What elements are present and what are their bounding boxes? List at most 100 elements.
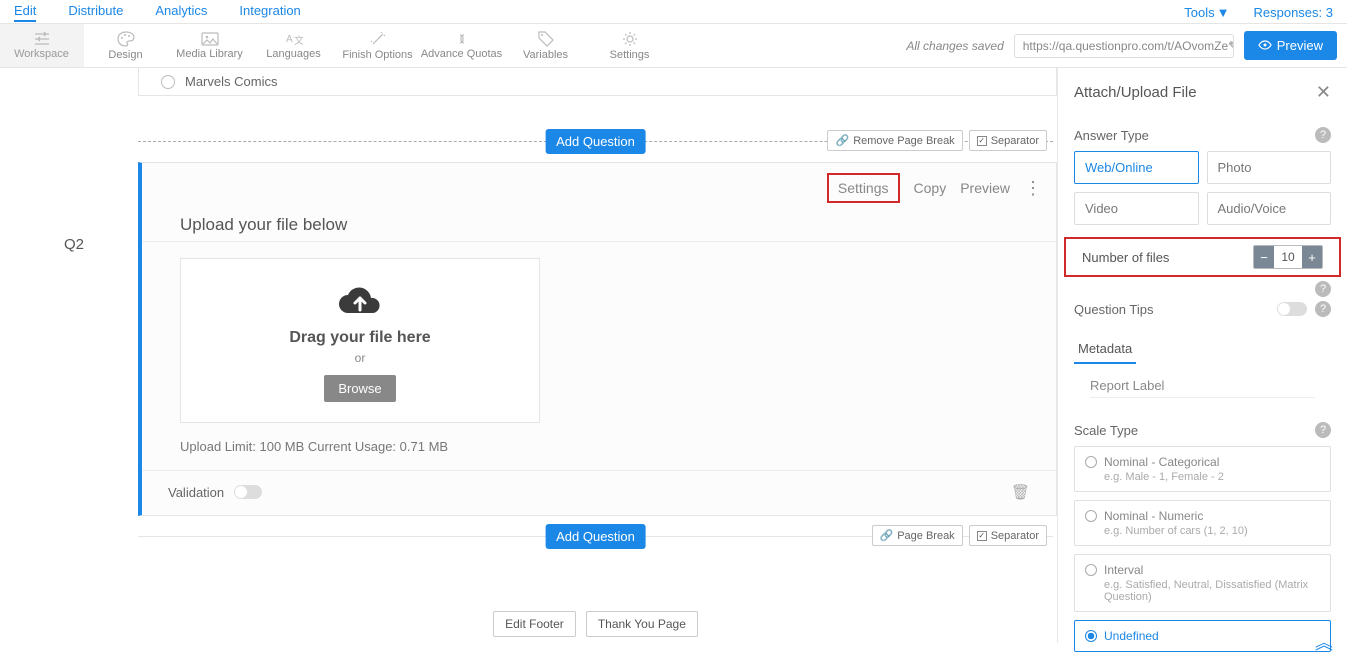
preview-button[interactable]: Preview bbox=[1244, 31, 1337, 60]
upload-limit-text: Upload Limit: 100 MB Current Usage: 0.71… bbox=[142, 433, 1056, 470]
top-nav: Edit Distribute Analytics Integration To… bbox=[0, 0, 1347, 24]
validation-toggle[interactable] bbox=[234, 485, 262, 499]
scroll-top-icon[interactable]: ︽ bbox=[1315, 638, 1333, 649]
validation-row: Validation 🗑 bbox=[142, 470, 1056, 515]
q-settings-button[interactable]: Settings bbox=[827, 173, 900, 203]
bottom-divider: Add Question 🔗 Page Break ✓ Separator bbox=[138, 536, 1053, 537]
dashed-divider: Add Question 🔗 Remove Page Break ✓ Separ… bbox=[138, 141, 1053, 142]
palette-icon bbox=[117, 31, 135, 47]
option-label: Marvels Comics bbox=[185, 74, 277, 89]
scale-nominal-cat[interactable]: Nominal - Categorical e.g. Male - 1, Fem… bbox=[1074, 446, 1331, 492]
help-icon[interactable]: ? bbox=[1315, 281, 1331, 297]
number-of-files-row: Number of files − + bbox=[1064, 237, 1341, 277]
image-icon bbox=[201, 32, 219, 46]
tool-languages[interactable]: A文 Languages bbox=[252, 24, 336, 67]
tag-icon bbox=[538, 31, 554, 47]
pencil-icon[interactable]: ✎ bbox=[1228, 39, 1234, 53]
caret-down-icon: ▼ bbox=[1217, 5, 1230, 20]
type-audio[interactable]: Audio/Voice bbox=[1207, 192, 1332, 225]
chip-label: Separator bbox=[991, 530, 1039, 542]
question-tips-toggle[interactable] bbox=[1277, 302, 1307, 316]
svg-text:文: 文 bbox=[294, 34, 303, 46]
scale-interval[interactable]: Interval e.g. Satisfied, Neutral, Dissat… bbox=[1074, 554, 1331, 612]
close-icon[interactable]: ✕ bbox=[1316, 82, 1331, 103]
page-break-chip[interactable]: 🔗 Page Break bbox=[872, 525, 963, 546]
link-icon bbox=[453, 32, 471, 46]
toolbar-left: Workspace Design Media Library A文 Langua… bbox=[0, 24, 672, 67]
or-text: or bbox=[191, 351, 529, 365]
language-icon: A文 bbox=[285, 32, 303, 46]
unlink-icon: 🔗 bbox=[835, 134, 849, 147]
help-icon[interactable]: ? bbox=[1315, 422, 1331, 438]
question-card: Settings Copy Preview ⋮ Upload your file… bbox=[138, 162, 1057, 516]
chip-label: Separator bbox=[991, 135, 1039, 147]
radio-icon bbox=[161, 75, 175, 89]
more-icon[interactable]: ⋮ bbox=[1024, 179, 1042, 197]
num-files-stepper[interactable]: − + bbox=[1253, 245, 1323, 269]
tool-quotas[interactable]: Advance Quotas bbox=[420, 24, 504, 67]
tool-finish[interactable]: Finish Options bbox=[336, 24, 420, 67]
nav-responses[interactable]: Responses: 3 bbox=[1254, 5, 1334, 20]
stepper-minus[interactable]: − bbox=[1254, 246, 1274, 268]
add-question-button-2[interactable]: Add Question bbox=[545, 524, 646, 549]
type-video[interactable]: Video bbox=[1074, 192, 1199, 225]
report-label-input[interactable]: Report Label bbox=[1090, 378, 1315, 398]
tool-media[interactable]: Media Library bbox=[168, 24, 252, 67]
radio-icon bbox=[1085, 456, 1097, 468]
radio-icon bbox=[1085, 510, 1097, 522]
tool-label: Workspace bbox=[14, 48, 69, 60]
thank-you-button[interactable]: Thank You Page bbox=[586, 611, 698, 637]
tool-label: Finish Options bbox=[342, 49, 412, 61]
nav-integration[interactable]: Integration bbox=[239, 3, 300, 22]
tool-design[interactable]: Design bbox=[84, 24, 168, 67]
tool-workspace[interactable]: Workspace bbox=[0, 24, 84, 67]
divider-chips: 🔗 Remove Page Break ✓ Separator bbox=[827, 130, 1047, 151]
tool-label: Advance Quotas bbox=[421, 48, 502, 60]
radio-icon bbox=[1085, 564, 1097, 576]
saved-indicator: All changes saved bbox=[906, 39, 1003, 53]
answer-type-grid: Web/Online Photo Video Audio/Voice bbox=[1058, 151, 1347, 225]
remove-page-break-chip[interactable]: 🔗 Remove Page Break bbox=[827, 130, 962, 151]
type-web-online[interactable]: Web/Online bbox=[1074, 151, 1199, 184]
browse-button[interactable]: Browse bbox=[324, 375, 395, 402]
top-nav-right: Tools▼ Responses: 3 bbox=[1184, 5, 1333, 20]
cloud-upload-icon bbox=[337, 285, 383, 319]
question-actions: Settings Copy Preview ⋮ bbox=[142, 163, 1056, 207]
type-photo[interactable]: Photo bbox=[1207, 151, 1332, 184]
question-index: Q2 bbox=[14, 68, 134, 643]
eye-icon bbox=[1258, 38, 1272, 53]
help-icon[interactable]: ? bbox=[1315, 301, 1331, 317]
toolbar: Workspace Design Media Library A文 Langua… bbox=[0, 24, 1347, 68]
stepper-plus[interactable]: + bbox=[1302, 246, 1322, 268]
tool-variables[interactable]: Variables bbox=[504, 24, 588, 67]
scale-undefined[interactable]: Undefined bbox=[1074, 620, 1331, 652]
q-copy-button[interactable]: Copy bbox=[914, 180, 947, 196]
chip-label: Remove Page Break bbox=[853, 135, 955, 147]
edit-footer-button[interactable]: Edit Footer bbox=[493, 611, 576, 637]
question-title[interactable]: Upload your file below bbox=[142, 207, 1056, 242]
survey-url-box[interactable]: https://qa.questionpro.com/t/AOvomZe ✎ bbox=[1014, 34, 1234, 58]
num-files-input[interactable] bbox=[1274, 246, 1302, 268]
nav-edit[interactable]: Edit bbox=[14, 3, 36, 22]
scale-nominal-num[interactable]: Nominal - Numeric e.g. Number of cars (1… bbox=[1074, 500, 1331, 546]
panel-header: Attach/Upload File ✕ bbox=[1058, 68, 1347, 115]
upload-dropzone[interactable]: Drag your file here or Browse bbox=[180, 258, 540, 423]
tool-label: Settings bbox=[610, 49, 650, 61]
main: Q2 Marvels Comics Add Question 🔗 Remove … bbox=[0, 68, 1347, 643]
nav-analytics[interactable]: Analytics bbox=[155, 3, 207, 22]
properties-panel: Attach/Upload File ✕ Answer Type ? Web/O… bbox=[1057, 68, 1347, 643]
trash-icon[interactable]: 🗑 bbox=[1011, 483, 1030, 501]
separator-chip-2[interactable]: ✓ Separator bbox=[969, 525, 1047, 546]
add-question-button[interactable]: Add Question bbox=[545, 129, 646, 154]
help-icon[interactable]: ? bbox=[1315, 127, 1331, 143]
gutter bbox=[0, 68, 14, 643]
nav-distribute[interactable]: Distribute bbox=[68, 3, 123, 22]
checkbox-icon: ✓ bbox=[977, 531, 987, 541]
chip-label: Page Break bbox=[897, 530, 954, 542]
metadata-tab[interactable]: Metadata bbox=[1074, 335, 1136, 364]
separator-chip[interactable]: ✓ Separator bbox=[969, 130, 1047, 151]
tool-settings[interactable]: Settings bbox=[588, 24, 672, 67]
nav-tools[interactable]: Tools▼ bbox=[1184, 5, 1229, 20]
q-preview-button[interactable]: Preview bbox=[960, 180, 1010, 196]
prev-question-option[interactable]: Marvels Comics bbox=[138, 68, 1057, 96]
